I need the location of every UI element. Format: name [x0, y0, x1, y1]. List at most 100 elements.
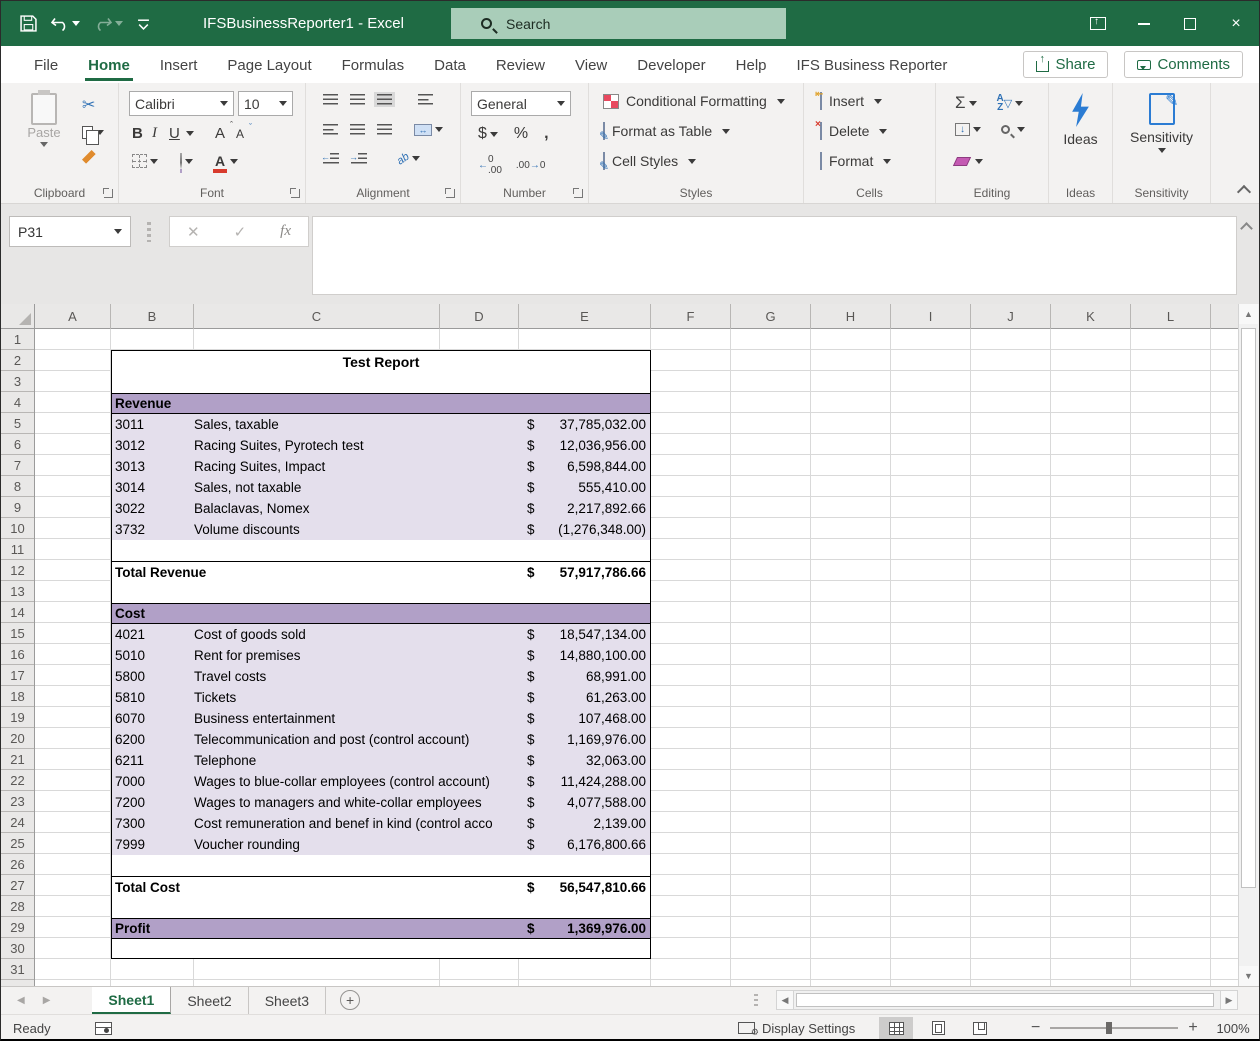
description-cell[interactable]: Sales, not taxable — [194, 480, 519, 495]
description-cell[interactable]: Telecommunication and post (control acco… — [194, 732, 519, 747]
zoom-out-icon[interactable]: − — [1031, 1019, 1040, 1037]
row-header-20[interactable]: 20 — [1, 728, 34, 749]
table-row[interactable]: Total Revenue$57,917,786.66 — [112, 561, 650, 582]
sort-filter-button[interactable]: AZ▽ — [994, 92, 1027, 114]
autosum-button[interactable]: Σ — [952, 91, 980, 115]
align-right-icon[interactable] — [374, 122, 395, 137]
scroll-left-icon[interactable]: ◀ — [776, 990, 794, 1010]
account-code-cell[interactable]: 6200 — [112, 732, 194, 747]
amount-cell[interactable]: $1,169,976.00 — [519, 732, 650, 747]
tab-developer[interactable]: Developer — [622, 48, 720, 81]
column-header-H[interactable]: H — [811, 304, 891, 329]
merge-center-button[interactable]: ↔ — [411, 121, 446, 138]
format-as-table-button[interactable]: ✎ Format as Table — [603, 123, 730, 139]
sheet-tab-sheet3[interactable]: Sheet3 — [249, 987, 326, 1014]
clear-button[interactable] — [952, 153, 986, 170]
description-cell[interactable]: Wages to blue-collar employees (control … — [194, 774, 519, 789]
align-left-icon[interactable] — [320, 122, 341, 137]
tab-file[interactable]: File — [19, 48, 73, 81]
table-row[interactable] — [112, 939, 650, 960]
formula-bar-splitter[interactable] — [147, 222, 151, 242]
format-cells-button[interactable]: Format — [820, 153, 891, 169]
orientation-button[interactable]: ab — [394, 150, 423, 167]
row-header-8[interactable]: 8 — [1, 476, 34, 497]
redo-dropdown-icon[interactable] — [115, 21, 123, 30]
macro-record-icon[interactable] — [95, 1022, 112, 1035]
total-label-cell[interactable]: Profit — [112, 921, 519, 936]
select-all-corner[interactable] — [1, 304, 35, 329]
row-header-25[interactable]: 25 — [1, 833, 34, 854]
account-code-cell[interactable]: 6211 — [112, 753, 194, 768]
undo-dropdown-icon[interactable] — [72, 21, 80, 30]
column-header-C[interactable]: C — [194, 304, 440, 329]
amount-cell[interactable]: $12,036,956.00 — [519, 438, 650, 453]
total-amount-cell[interactable]: $1,369,976.00 — [519, 921, 650, 936]
italic-button[interactable]: I — [149, 123, 164, 144]
undo-button[interactable] — [46, 12, 85, 35]
tab-help[interactable]: Help — [721, 48, 782, 81]
row-header-3[interactable]: 3 — [1, 371, 34, 392]
cell-styles-button[interactable]: ✎ Cell Styles — [603, 153, 696, 169]
row-header-5[interactable]: 5 — [1, 413, 34, 434]
report-title-cell[interactable]: Test Report — [112, 351, 650, 393]
row-header-15[interactable]: 15 — [1, 623, 34, 644]
zoom-level[interactable]: 100% — [1208, 1021, 1250, 1036]
description-cell[interactable]: Voucher rounding — [194, 837, 519, 852]
row-header-10[interactable]: 10 — [1, 518, 34, 539]
horizontal-scrollbar[interactable]: ◀ ▶ — [776, 990, 1238, 1010]
name-box-dropdown-icon[interactable] — [114, 229, 122, 238]
insert-cells-button[interactable]: ⇤ Insert — [820, 93, 882, 109]
column-header-I[interactable]: I — [891, 304, 971, 329]
row-header-22[interactable]: 22 — [1, 770, 34, 791]
row-header-6[interactable]: 6 — [1, 434, 34, 455]
zoom-slider-thumb[interactable] — [1106, 1022, 1112, 1034]
display-settings-button[interactable]: Display Settings — [738, 1021, 855, 1036]
grow-font-button[interactable]: Aˆ — [212, 123, 231, 144]
amount-cell[interactable]: $4,077,588.00 — [519, 795, 650, 810]
account-code-cell[interactable]: 3012 — [112, 438, 194, 453]
description-cell[interactable]: Sales, taxable — [194, 417, 519, 432]
zoom-slider[interactable] — [1050, 1027, 1178, 1029]
align-center-icon[interactable] — [347, 122, 368, 137]
table-row[interactable]: 4021Cost of goods sold$18,547,134.00 — [112, 624, 650, 645]
row-header-4[interactable]: 4 — [1, 392, 34, 413]
row-header-14[interactable]: 14 — [1, 602, 34, 623]
shrink-font-button[interactable]: Aˇ — [233, 125, 250, 143]
clipboard-dialog-launcher[interactable] — [104, 189, 113, 198]
description-cell[interactable]: Wages to managers and white-collar emplo… — [194, 795, 519, 810]
row-header-9[interactable]: 9 — [1, 497, 34, 518]
table-row[interactable] — [112, 897, 650, 918]
normal-view-button[interactable] — [879, 1017, 913, 1040]
row-header-13[interactable]: 13 — [1, 581, 34, 602]
row-header-1[interactable]: 1 — [1, 329, 34, 350]
row-header-7[interactable]: 7 — [1, 455, 34, 476]
vertical-scrollbar[interactable]: ▲ ▼ — [1238, 304, 1258, 986]
table-row[interactable]: Profit$1,369,976.00 — [112, 918, 650, 939]
table-row[interactable]: 5810Tickets$61,263.00 — [112, 687, 650, 708]
amount-cell[interactable]: $14,880,100.00 — [519, 648, 650, 663]
maximize-button[interactable] — [1167, 1, 1213, 46]
table-row[interactable]: Cost — [112, 603, 650, 624]
page-layout-view-button[interactable] — [921, 1017, 955, 1040]
column-header-D[interactable]: D — [440, 304, 519, 329]
delete-cells-button[interactable]: × Delete — [820, 123, 887, 139]
table-row[interactable]: 5800Travel costs$68,991.00 — [112, 666, 650, 687]
font-name-select[interactable]: Calibri — [129, 91, 234, 116]
number-dialog-launcher[interactable] — [574, 189, 583, 198]
save-icon[interactable] — [15, 11, 42, 36]
table-row[interactable] — [112, 582, 650, 603]
middle-align-icon[interactable] — [347, 92, 368, 107]
find-select-button[interactable] — [998, 121, 1028, 138]
percent-style-button[interactable]: % — [511, 123, 531, 145]
top-align-icon[interactable] — [320, 92, 341, 107]
underline-button[interactable]: U — [166, 123, 181, 144]
column-header-A[interactable]: A — [35, 304, 111, 329]
description-cell[interactable]: Racing Suites, Pyrotech test — [194, 438, 519, 453]
amount-cell[interactable]: $32,063.00 — [519, 753, 650, 768]
sensitivity-dropdown-icon[interactable] — [1158, 148, 1166, 157]
description-cell[interactable]: Telephone — [194, 753, 519, 768]
table-row[interactable]: 3022Balaclavas, Nomex$2,217,892.66 — [112, 498, 650, 519]
font-size-select[interactable]: 10 — [238, 91, 293, 116]
new-sheet-button[interactable]: + — [340, 990, 360, 1010]
description-cell[interactable]: Travel costs — [194, 669, 519, 684]
